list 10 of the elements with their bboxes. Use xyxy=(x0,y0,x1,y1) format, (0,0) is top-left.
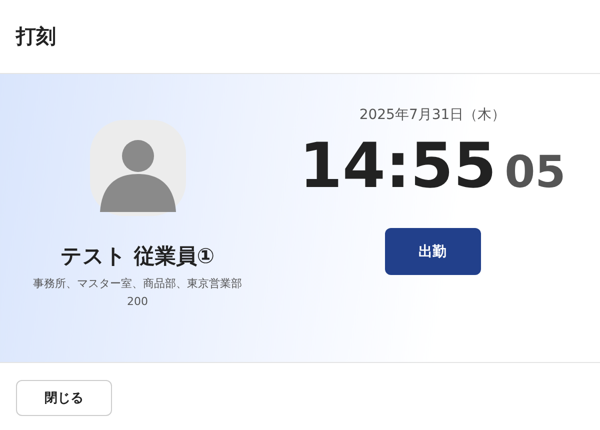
clock-time: 14:55 xyxy=(299,132,497,200)
employee-name: テスト 従業員① xyxy=(60,243,215,270)
close-button[interactable]: 閉じる xyxy=(16,380,112,416)
employee-code: 200 xyxy=(127,295,148,308)
clock-seconds: 05 xyxy=(504,147,566,198)
current-date: 2025年7月31日（木） xyxy=(359,106,506,124)
page-title: 打刻 xyxy=(16,23,56,50)
avatar-icon xyxy=(90,120,186,216)
clock-in-button[interactable]: 出勤 xyxy=(384,228,480,276)
department-list: 事務所、マスター室、商品部、東京営業部 xyxy=(33,276,242,291)
